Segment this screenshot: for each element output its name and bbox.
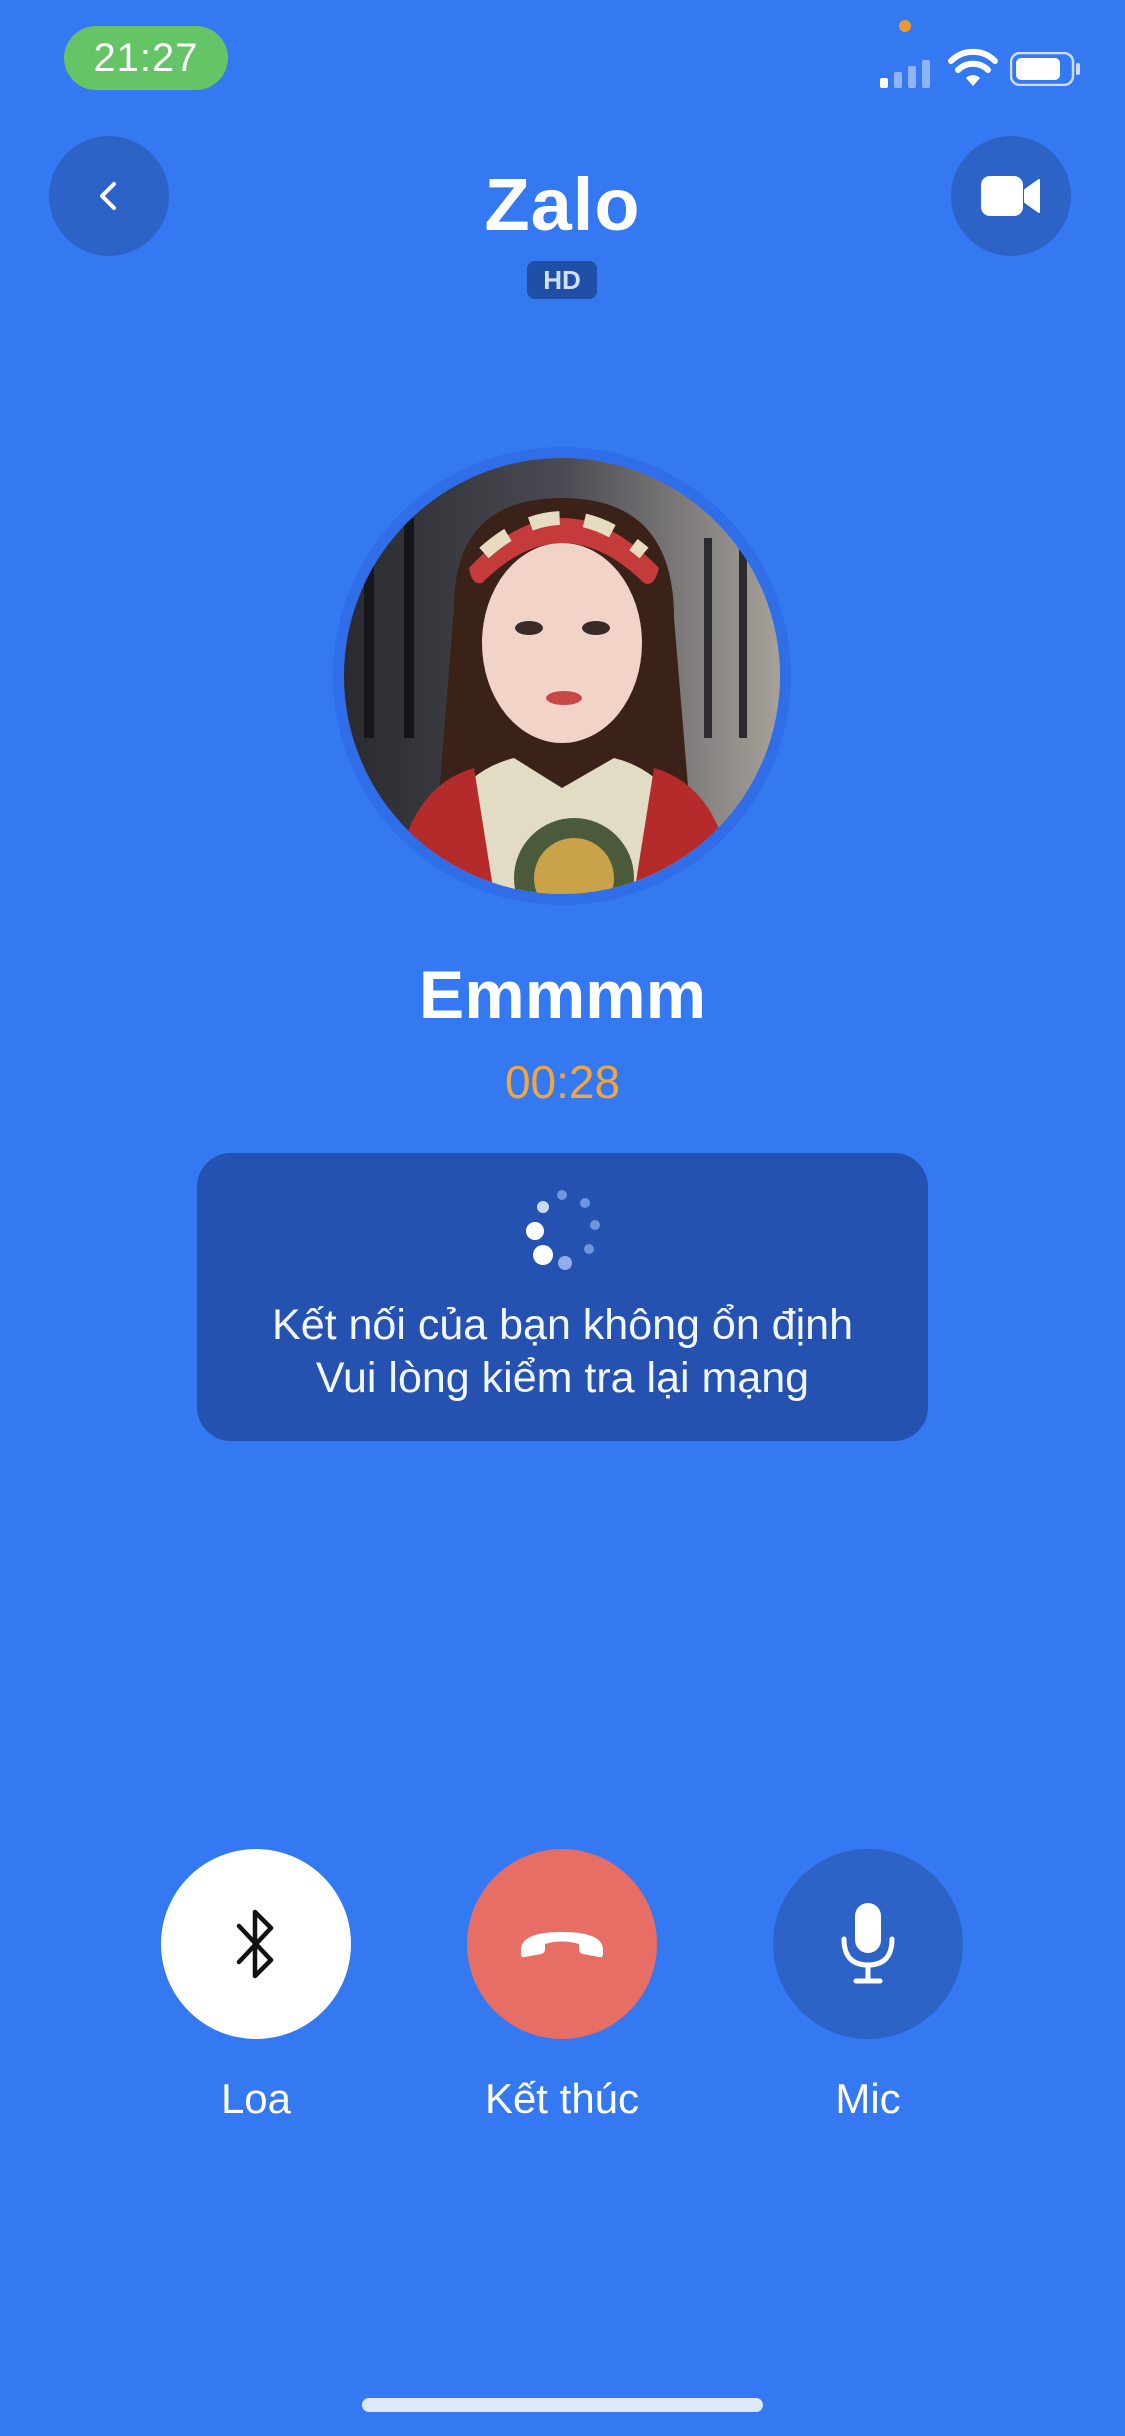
microphone-icon [841,1903,895,1984]
battery-icon [1010,52,1080,86]
video-camera-icon [981,176,1040,216]
call-screen: 21:27 Zalo HD Emmmm 00:28 Kết nối của bạ… [0,0,1125,2436]
end-call-button[interactable] [467,1849,657,2039]
hang-up-icon [521,1932,603,1958]
status-time: 21:27 [64,26,228,90]
mic-button[interactable] [773,1849,963,2039]
mic-label: Mic [835,2075,901,2122]
hd-badge: HD [527,261,597,299]
speaker-button[interactable] [161,1849,351,2039]
end-call-label: Kết thúc [484,2075,640,2122]
speaker-label: Loa [220,2075,292,2122]
warning-text-line2: Vui lòng kiểm tra lại mạng [315,1354,810,1402]
privacy-indicator-dot [899,20,911,32]
home-indicator[interactable] [362,2398,763,2412]
video-call-button[interactable] [951,136,1071,256]
warning-text-line1: Kết nối của bạn không ổn định [272,1301,853,1349]
wifi-icon [948,48,998,86]
contact-avatar-ring [333,447,791,905]
loading-spinner-icon [526,1190,600,1270]
call-duration: 00:28 [504,1056,621,1108]
cellular-signal-icon [880,60,930,88]
connection-warning-box: Kết nối của bạn không ổn định Vui lòng k… [197,1153,928,1441]
contact-name: Emmmm [418,957,707,1033]
contact-avatar [344,458,780,894]
bluetooth-icon [236,1909,274,1979]
